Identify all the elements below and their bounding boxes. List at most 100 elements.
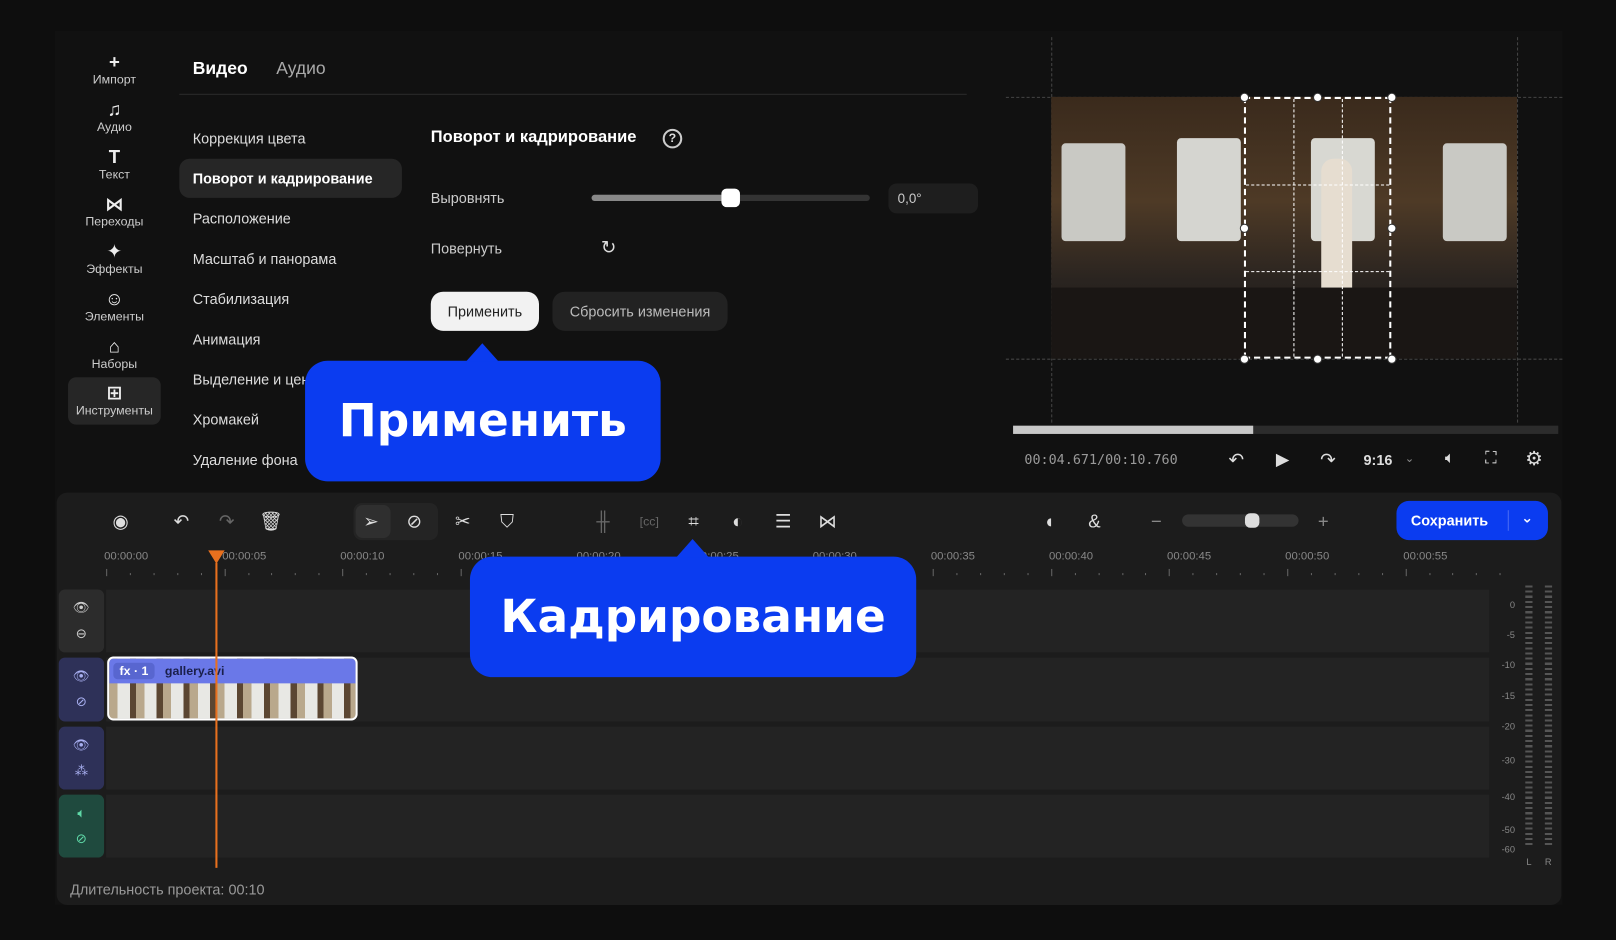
crop-handle[interactable]	[1239, 223, 1250, 233]
audio-track-icon[interactable]: 🔈︎	[59, 800, 104, 826]
crop-handle[interactable]	[1239, 354, 1250, 364]
ruler-tick	[200, 573, 202, 576]
unlink-icon[interactable]: ⊘	[59, 826, 104, 852]
split-audio-icon[interactable]: ╫	[587, 508, 618, 535]
bag-icon: ⌂	[108, 336, 121, 357]
save-options-chevron-icon[interactable]: ⌄	[1521, 509, 1533, 527]
eye-icon[interactable]: 👁︎	[59, 595, 104, 621]
sidebar-item-0[interactable]: + Импорт	[68, 52, 161, 97]
align-value-input[interactable]: 0,0°	[888, 183, 979, 214]
align-slider[interactable]	[591, 188, 870, 208]
menu-item[interactable]: Стабилизация	[179, 279, 402, 318]
meter-scale-label: -30	[1501, 755, 1515, 766]
playhead[interactable]	[215, 562, 218, 868]
ruler-label: 00:00:00	[104, 550, 149, 563]
align-slider-thumb[interactable]	[721, 188, 740, 208]
playhead-handle[interactable]	[208, 550, 225, 564]
crop-frame[interactable]	[1243, 96, 1392, 359]
track-row[interactable]	[106, 794, 1490, 858]
crop-icon[interactable]: ⌗	[678, 508, 709, 535]
tab-video[interactable]: Видео	[193, 59, 248, 80]
track-header: 🔈︎ ⊘	[58, 794, 105, 858]
menu-item[interactable]: Анимация	[179, 320, 402, 359]
sidebar-item-label: Элементы	[84, 309, 145, 324]
marker-icon[interactable]: ⛉	[492, 508, 523, 535]
chevron-down-icon[interactable]: ⌄	[1405, 451, 1415, 464]
track-header: 👁︎ ⊘	[58, 657, 105, 722]
sidebar-item-6[interactable]: ⌂ Наборы	[68, 336, 161, 381]
crop-handle[interactable]	[1387, 92, 1397, 103]
link-icon[interactable]: &	[1079, 508, 1110, 535]
meter-scale-label: -60	[1501, 844, 1515, 855]
text-icon: T	[108, 146, 121, 167]
playback-progress[interactable]	[1013, 425, 1559, 434]
unlink-icon[interactable]: ⊘	[59, 689, 104, 715]
rotate-label: Повернуть	[430, 240, 503, 257]
sidebar-item-2[interactable]: T Текст	[68, 146, 161, 191]
aspect-select[interactable]: 9:16	[1363, 451, 1392, 467]
meter-scale-label: -40	[1501, 791, 1515, 802]
rewind-icon[interactable]: ↶	[1228, 449, 1244, 471]
crop-handle[interactable]	[1387, 354, 1397, 364]
sidebar-item-label: Импорт	[92, 72, 137, 87]
meter-scale-label: -10	[1501, 659, 1515, 670]
apply-button[interactable]: Применить	[430, 291, 540, 331]
select-cursor-icon[interactable]: ➢	[356, 508, 387, 535]
sidebar-item-3[interactable]: ⋈ Переходы	[68, 194, 161, 239]
save-button[interactable]: Сохранить	[1411, 512, 1488, 528]
sidebar-item-5[interactable]: ☺ Элементы	[68, 289, 161, 334]
redo-icon[interactable]: ↷	[211, 508, 242, 535]
crop-handle[interactable]	[1312, 354, 1323, 364]
track-row[interactable]	[106, 726, 1490, 790]
time-display: 00:04.671/00:10.760	[1024, 452, 1178, 468]
menu-item[interactable]: Коррекция цвета	[179, 119, 402, 158]
undo-icon[interactable]: ↶	[166, 508, 197, 535]
scissors-icon[interactable]: ✂	[447, 508, 478, 535]
ruler-tick	[1216, 573, 1218, 576]
effects-track-icon[interactable]: ⁂	[59, 758, 104, 784]
link-icon[interactable]: ⊖	[59, 620, 104, 646]
menu-item[interactable]: Масштаб и панорама	[179, 239, 402, 278]
ruler-tick	[153, 573, 155, 576]
fullscreen-icon[interactable]: ⛶	[1485, 449, 1497, 468]
sidebar-item-4[interactable]: ✦ Эффекты	[68, 241, 161, 286]
record-icon[interactable]: ◉	[105, 508, 136, 535]
adjust-icon[interactable]: ☰	[768, 508, 799, 535]
menu-item[interactable]: Поворот и кадрирование	[179, 158, 402, 198]
video-clip[interactable]: fx · 1 gallery.avi	[107, 656, 358, 721]
reset-button[interactable]: Сбросить изменения	[552, 291, 728, 331]
crop-handle[interactable]	[1239, 92, 1250, 103]
help-icon[interactable]: ?	[662, 128, 683, 149]
transition-icon[interactable]: ⋈	[812, 508, 843, 535]
crop-handle[interactable]	[1312, 92, 1323, 103]
rotate-icon[interactable]: ↻	[601, 237, 617, 259]
ruler-tick	[129, 573, 131, 576]
delete-icon[interactable]: 🗑︎	[256, 508, 287, 535]
zoom-slider-thumb[interactable]	[1244, 513, 1260, 528]
zoom-out-icon[interactable]: −	[1141, 508, 1172, 535]
gear-icon[interactable]: ⚙	[1525, 447, 1543, 471]
sparkle-icon: ✦	[106, 241, 123, 262]
eraser-icon[interactable]: ⊘	[399, 508, 430, 535]
forward-icon[interactable]: ↷	[1320, 449, 1336, 471]
save-button-group: Сохранить ⌄	[1396, 500, 1548, 541]
ruler-tick	[1452, 573, 1454, 576]
zoom-in-icon[interactable]: +	[1308, 508, 1339, 535]
captions-icon[interactable]: [cc]	[634, 508, 665, 535]
eye-icon[interactable]: 👁︎	[59, 663, 104, 689]
ruler-tick	[460, 568, 462, 577]
tab-audio[interactable]: Аудио	[276, 59, 325, 80]
play-icon[interactable]: ▶	[1276, 449, 1289, 470]
sidebar-item-7[interactable]: ⊞ Инструменты	[68, 377, 161, 425]
zoom-slider[interactable]	[1182, 513, 1299, 528]
volume-icon[interactable]: 🔈︎	[1445, 449, 1455, 468]
menu-item[interactable]: Расположение	[179, 199, 402, 238]
tools-grid-icon: ⊞	[106, 382, 123, 404]
crop-handle[interactable]	[1387, 223, 1397, 233]
sidebar-item-1[interactable]: ♫ Аудио	[68, 99, 161, 144]
sidebar-item-label: Текст	[98, 166, 130, 182]
eye-icon[interactable]: 👁︎	[59, 732, 104, 758]
audio-detach-icon[interactable]: ◖	[1034, 508, 1065, 535]
ruler-tick	[1499, 573, 1501, 576]
color-icon[interactable]: ◐	[722, 508, 753, 535]
